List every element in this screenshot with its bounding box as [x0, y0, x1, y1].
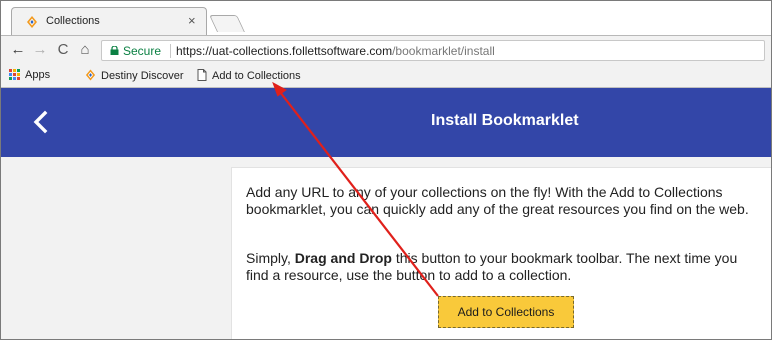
url-path: /bookmarklet/install — [392, 44, 495, 58]
browser-window: Collections × ← → C ⌂ Secure https://uat… — [0, 0, 772, 340]
browser-toolbar: ← → C ⌂ Secure https://uat-collections.f… — [1, 35, 771, 66]
instructions-paragraph: Simply, Drag and Drop this button to you… — [246, 250, 758, 284]
url-host: https://uat-collections.follettsoftware.… — [176, 44, 393, 58]
bookmark-add-to-collections[interactable]: Add to Collections — [197, 69, 301, 82]
reload-icon[interactable]: C — [54, 41, 72, 59]
app-header: Install Bookmarklet — [1, 88, 771, 157]
destiny-logo-icon — [27, 16, 37, 28]
url-text: https://uat-collections.follettsoftware.… — [176, 44, 495, 58]
instructions-lead: Simply, — [246, 250, 295, 266]
tab-collections[interactable]: Collections × — [11, 7, 207, 35]
chevron-left-icon[interactable] — [29, 110, 53, 134]
intro-paragraph: Add any URL to any of your collections o… — [246, 184, 749, 217]
destiny-logo-icon — [85, 69, 96, 81]
close-icon[interactable]: × — [188, 13, 196, 28]
page-icon — [197, 69, 207, 81]
lock-icon — [110, 46, 119, 55]
bookmark-apps[interactable]: Apps — [9, 69, 50, 81]
bookmark-destiny-discover[interactable]: Destiny Discover — [85, 69, 184, 82]
forward-arrow-icon[interactable]: → — [31, 41, 49, 59]
add-to-collections-button[interactable]: Add to Collections — [438, 296, 574, 328]
omnibox-divider — [170, 44, 171, 58]
new-tab-button[interactable] — [209, 15, 245, 32]
tab-title: Collections — [46, 15, 100, 27]
address-bar[interactable]: Secure https://uat-collections.follettso… — [101, 40, 765, 61]
bookmark-label: Destiny Discover — [101, 70, 184, 82]
page-title: Install Bookmarklet — [431, 112, 579, 129]
back-arrow-icon[interactable]: ← — [9, 41, 27, 59]
bookmarks-bar: Apps Destiny Discover Add to Collections — [1, 65, 771, 88]
apps-grid-icon — [9, 69, 20, 80]
secure-label: Secure — [123, 44, 162, 58]
bookmark-label: Apps — [25, 69, 51, 81]
tab-strip: Collections × — [1, 1, 771, 35]
bookmark-label: Add to Collections — [212, 70, 301, 82]
instructions-emphasis: Drag and Drop — [294, 250, 392, 266]
home-icon[interactable]: ⌂ — [76, 41, 94, 59]
